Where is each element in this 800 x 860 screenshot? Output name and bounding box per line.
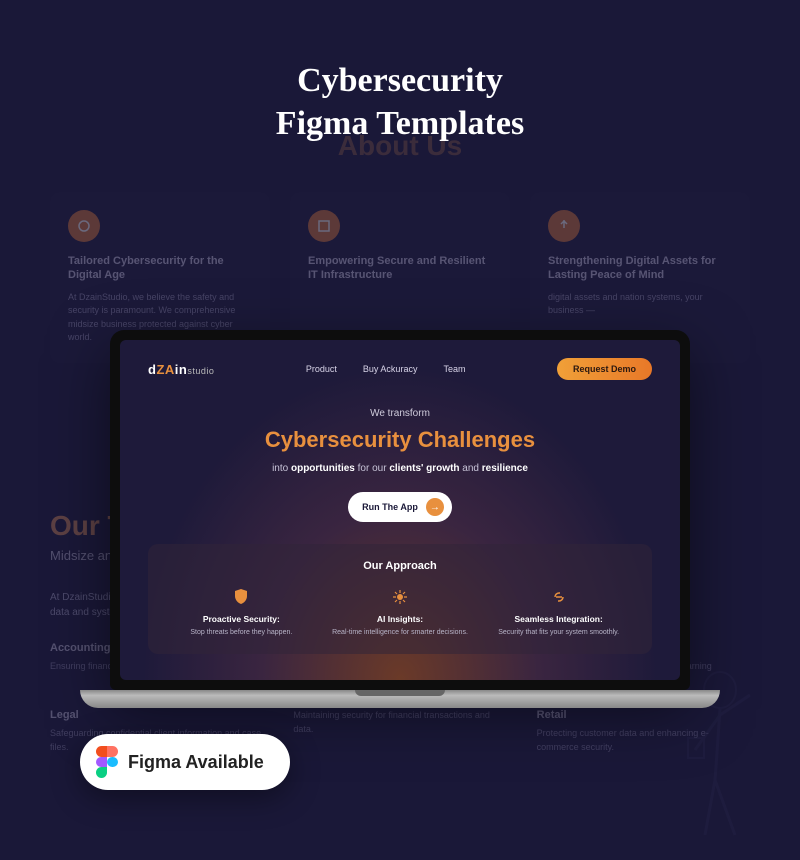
laptop-base xyxy=(80,690,720,708)
industry-title: Legal xyxy=(50,709,263,721)
approach-panel: Our Approach Proactive Security: Stop th… xyxy=(148,544,652,654)
approach-item-security: Proactive Security: Stop threats before … xyxy=(168,586,315,638)
card-title: Tailored Cybersecurity for the Digital A… xyxy=(68,254,252,283)
approach-item-title: Proactive Security: xyxy=(168,614,315,624)
nav-link-buy[interactable]: Buy Ackuracy xyxy=(363,364,418,374)
card-text: digital assets and nation systems, your … xyxy=(548,291,732,318)
logo-brand: dZAin xyxy=(148,362,187,377)
title-line-2: Figma Templates xyxy=(276,105,524,142)
nav-link-product[interactable]: Product xyxy=(306,364,337,374)
lock-icon xyxy=(68,210,100,242)
approach-item-text: Stop threats before they happen. xyxy=(168,628,315,638)
nav-link-team[interactable]: Team xyxy=(443,364,465,374)
hero-subtitle: into opportunities for our clients' grow… xyxy=(148,463,652,474)
request-demo-button[interactable]: Request Demo xyxy=(557,358,652,380)
card-title: Strengthening Digital Assets for Lasting… xyxy=(548,254,732,283)
hero-section: We transform Cybersecurity Challenges in… xyxy=(148,408,652,522)
hero-title: Cybersecurity Challenges xyxy=(148,427,652,453)
touch-icon xyxy=(548,210,580,242)
shield-icon xyxy=(230,586,252,608)
nav-links: Product Buy Ackuracy Team xyxy=(306,364,466,374)
navbar: dZAinstudio Product Buy Ackuracy Team Re… xyxy=(148,358,652,380)
ai-spark-icon xyxy=(389,586,411,608)
badge-label: Figma Available xyxy=(128,752,264,773)
industry-text: Maintaining security for financial trans… xyxy=(293,709,506,736)
laptop-screen: dZAinstudio Product Buy Ackuracy Team Re… xyxy=(110,330,690,690)
figma-available-badge[interactable]: Figma Available xyxy=(80,734,290,790)
run-label: Run The App xyxy=(362,502,418,512)
logo-sub: studio xyxy=(187,366,214,376)
laptop-mockup: dZAinstudio Product Buy Ackuracy Team Re… xyxy=(110,330,690,708)
arrow-right-icon: → xyxy=(426,498,444,516)
title-line-1: Cybersecurity xyxy=(297,62,503,99)
website-preview: dZAinstudio Product Buy Ackuracy Team Re… xyxy=(120,340,680,680)
approach-item-title: AI Insights: xyxy=(327,614,474,624)
approach-item-integration: Seamless Integration: Security that fits… xyxy=(485,586,632,638)
logo[interactable]: dZAinstudio xyxy=(148,362,214,377)
approach-title: Our Approach xyxy=(168,560,632,572)
industry-item: Maintaining security for financial trans… xyxy=(293,709,506,754)
approach-item-text: Real-time intelligence for smarter decis… xyxy=(327,628,474,638)
page-title: Cybersecurity Figma Templates xyxy=(0,60,800,145)
approach-item-text: Security that fits your system smoothly. xyxy=(485,628,632,638)
figma-icon xyxy=(96,746,118,778)
approach-item-ai: AI Insights: Real-time intelligence for … xyxy=(327,586,474,638)
link-icon xyxy=(548,586,570,608)
laptop-notch xyxy=(355,690,445,696)
network-icon xyxy=(308,210,340,242)
approach-item-title: Seamless Integration: xyxy=(485,614,632,624)
approach-row: Proactive Security: Stop threats before … xyxy=(168,586,632,638)
hero-pretitle: We transform xyxy=(148,408,652,419)
card-title: Empowering Secure and Resilient IT Infra… xyxy=(308,254,492,283)
run-the-app-button[interactable]: Run The App → xyxy=(348,492,452,522)
